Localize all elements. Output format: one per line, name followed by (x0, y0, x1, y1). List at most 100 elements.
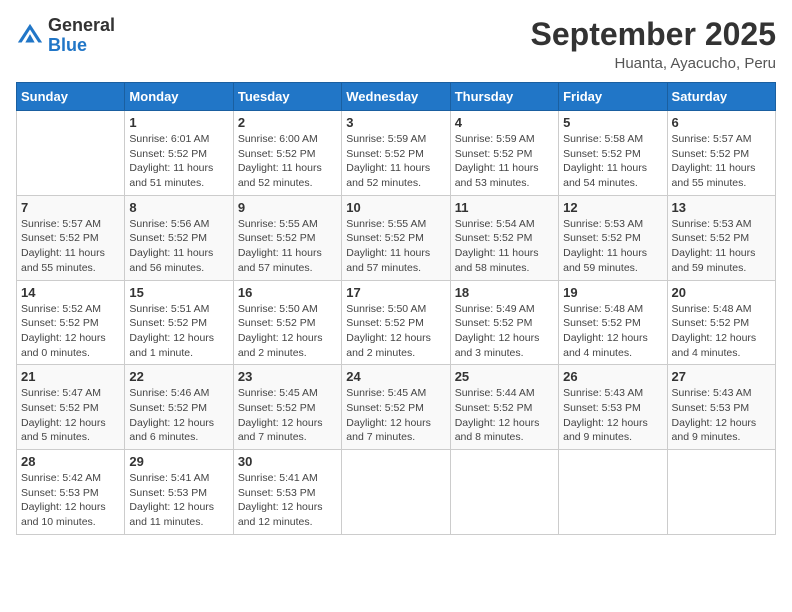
calendar-cell: 9Sunrise: 5:55 AM Sunset: 5:52 PM Daylig… (233, 195, 341, 280)
day-info: Sunrise: 5:54 AM Sunset: 5:52 PM Dayligh… (455, 217, 554, 276)
day-info: Sunrise: 5:43 AM Sunset: 5:53 PM Dayligh… (672, 386, 771, 445)
calendar-cell (559, 450, 667, 535)
day-number: 11 (455, 200, 554, 215)
logo-icon (16, 22, 44, 50)
calendar-cell: 4 Sunrise: 5:59 AM Sunset: 5:52 PM Daylig… (450, 111, 558, 196)
day-info: Sunrise: 5:50 AM Sunset: 5:52 PM Dayligh… (346, 302, 445, 361)
calendar-cell: 8 Sunrise: 5:56 AM Sunset: 5:52 PM Daylig… (125, 195, 233, 280)
month-year: September 2025 (531, 16, 776, 53)
calendar-week-row: 28 Sunrise: 5:42 AM Sunset: 5:53 PM Dayli… (17, 450, 776, 535)
day-number: 10 (346, 200, 445, 215)
day-info: Sunrise: 5:59 AM Sunset: 5:52 PM Dayligh… (455, 132, 554, 191)
calendar-week-row: 7Sunrise: 5:57 AM Sunset: 5:52 PM Daylig… (17, 195, 776, 280)
day-header-friday: Friday (559, 83, 667, 111)
calendar-cell: 23Sunrise: 5:45 AM Sunset: 5:52 PM Dayli… (233, 365, 341, 450)
day-info: Sunrise: 5:50 AM Sunset: 5:52 PM Dayligh… (238, 302, 337, 361)
calendar-cell: 16 Sunrise: 5:50 AM Sunset: 5:52 PM Dayli… (233, 280, 341, 365)
calendar-cell (342, 450, 450, 535)
day-number: 16 (238, 285, 337, 300)
day-info: Sunrise: 5:53 AM Sunset: 5:52 PM Dayligh… (563, 217, 662, 276)
calendar-header-row: SundayMondayTuesdayWednesdayThursdayFrid… (17, 83, 776, 111)
day-info: Sunrise: 5:58 AM Sunset: 5:52 PM Dayligh… (563, 132, 662, 191)
calendar-week-row: 21 Sunrise: 5:47 AM Sunset: 5:52 PM Dayli… (17, 365, 776, 450)
day-info: Sunrise: 5:57 AM Sunset: 5:52 PM Dayligh… (21, 217, 120, 276)
day-number: 1 (129, 115, 228, 130)
day-info: Sunrise: 6:01 AM Sunset: 5:52 PM Dayligh… (129, 132, 228, 191)
day-info: Sunrise: 5:43 AM Sunset: 5:53 PM Dayligh… (563, 386, 662, 445)
day-number: 4 (455, 115, 554, 130)
day-info: Sunrise: 5:48 AM Sunset: 5:52 PM Dayligh… (672, 302, 771, 361)
calendar-body: 1 Sunrise: 6:01 AM Sunset: 5:52 PM Daylig… (17, 111, 776, 535)
calendar-cell: 21 Sunrise: 5:47 AM Sunset: 5:52 PM Dayli… (17, 365, 125, 450)
day-number: 8 (129, 200, 228, 215)
day-number: 25 (455, 369, 554, 384)
calendar-cell: 6 Sunrise: 5:57 AM Sunset: 5:52 PM Daylig… (667, 111, 775, 196)
calendar-cell: 22 Sunrise: 5:46 AM Sunset: 5:52 PM Dayli… (125, 365, 233, 450)
day-number: 17 (346, 285, 445, 300)
calendar-cell: 19 Sunrise: 5:48 AM Sunset: 5:52 PM Dayli… (559, 280, 667, 365)
calendar-cell: 18 Sunrise: 5:49 AM Sunset: 5:52 PM Dayli… (450, 280, 558, 365)
logo-text: General Blue (48, 16, 115, 56)
day-number: 18 (455, 285, 554, 300)
calendar-cell: 2Sunrise: 6:00 AM Sunset: 5:52 PM Daylig… (233, 111, 341, 196)
day-number: 12 (563, 200, 662, 215)
day-number: 15 (129, 285, 228, 300)
calendar-week-row: 14Sunrise: 5:52 AM Sunset: 5:52 PM Dayli… (17, 280, 776, 365)
day-number: 6 (672, 115, 771, 130)
logo: General Blue (16, 16, 115, 56)
day-info: Sunrise: 5:57 AM Sunset: 5:52 PM Dayligh… (672, 132, 771, 191)
calendar-cell (450, 450, 558, 535)
day-info: Sunrise: 5:56 AM Sunset: 5:52 PM Dayligh… (129, 217, 228, 276)
day-header-sunday: Sunday (17, 83, 125, 111)
calendar-table: SundayMondayTuesdayWednesdayThursdayFrid… (16, 82, 776, 535)
day-info: Sunrise: 5:47 AM Sunset: 5:52 PM Dayligh… (21, 386, 120, 445)
day-number: 23 (238, 369, 337, 384)
day-info: Sunrise: 6:00 AM Sunset: 5:52 PM Dayligh… (238, 132, 337, 191)
day-info: Sunrise: 5:53 AM Sunset: 5:52 PM Dayligh… (672, 217, 771, 276)
calendar-cell: 25 Sunrise: 5:44 AM Sunset: 5:52 PM Dayli… (450, 365, 558, 450)
day-number: 29 (129, 454, 228, 469)
day-header-saturday: Saturday (667, 83, 775, 111)
day-info: Sunrise: 5:44 AM Sunset: 5:52 PM Dayligh… (455, 386, 554, 445)
calendar-cell (17, 111, 125, 196)
day-number: 22 (129, 369, 228, 384)
day-number: 30 (238, 454, 337, 469)
calendar-cell: 11 Sunrise: 5:54 AM Sunset: 5:52 PM Dayli… (450, 195, 558, 280)
day-number: 28 (21, 454, 120, 469)
calendar-cell: 12 Sunrise: 5:53 AM Sunset: 5:52 PM Dayli… (559, 195, 667, 280)
calendar-week-row: 1 Sunrise: 6:01 AM Sunset: 5:52 PM Daylig… (17, 111, 776, 196)
calendar-cell: 15 Sunrise: 5:51 AM Sunset: 5:52 PM Dayli… (125, 280, 233, 365)
day-info: Sunrise: 5:46 AM Sunset: 5:52 PM Dayligh… (129, 386, 228, 445)
day-info: Sunrise: 5:41 AM Sunset: 5:53 PM Dayligh… (238, 471, 337, 530)
day-header-wednesday: Wednesday (342, 83, 450, 111)
day-info: Sunrise: 5:45 AM Sunset: 5:52 PM Dayligh… (346, 386, 445, 445)
day-number: 13 (672, 200, 771, 215)
day-number: 21 (21, 369, 120, 384)
calendar-cell: 14Sunrise: 5:52 AM Sunset: 5:52 PM Dayli… (17, 280, 125, 365)
location: Huanta, Ayacucho, Peru (531, 55, 776, 72)
calendar-cell (667, 450, 775, 535)
day-info: Sunrise: 5:55 AM Sunset: 5:52 PM Dayligh… (346, 217, 445, 276)
day-number: 27 (672, 369, 771, 384)
calendar-cell: 28 Sunrise: 5:42 AM Sunset: 5:53 PM Dayli… (17, 450, 125, 535)
day-number: 3 (346, 115, 445, 130)
calendar-cell: 20Sunrise: 5:48 AM Sunset: 5:52 PM Dayli… (667, 280, 775, 365)
day-info: Sunrise: 5:42 AM Sunset: 5:53 PM Dayligh… (21, 471, 120, 530)
title-block: September 2025 Huanta, Ayacucho, Peru (531, 16, 776, 72)
day-number: 24 (346, 369, 445, 384)
calendar-cell: 7Sunrise: 5:57 AM Sunset: 5:52 PM Daylig… (17, 195, 125, 280)
day-info: Sunrise: 5:48 AM Sunset: 5:52 PM Dayligh… (563, 302, 662, 361)
day-info: Sunrise: 5:51 AM Sunset: 5:52 PM Dayligh… (129, 302, 228, 361)
day-info: Sunrise: 5:49 AM Sunset: 5:52 PM Dayligh… (455, 302, 554, 361)
calendar-cell: 13 Sunrise: 5:53 AM Sunset: 5:52 PM Dayli… (667, 195, 775, 280)
day-header-tuesday: Tuesday (233, 83, 341, 111)
calendar-cell: 3 Sunrise: 5:59 AM Sunset: 5:52 PM Daylig… (342, 111, 450, 196)
day-number: 19 (563, 285, 662, 300)
day-info: Sunrise: 5:59 AM Sunset: 5:52 PM Dayligh… (346, 132, 445, 191)
day-number: 9 (238, 200, 337, 215)
day-header-monday: Monday (125, 83, 233, 111)
calendar-cell: 1 Sunrise: 6:01 AM Sunset: 5:52 PM Daylig… (125, 111, 233, 196)
calendar-cell: 27 Sunrise: 5:43 AM Sunset: 5:53 PM Dayli… (667, 365, 775, 450)
day-header-thursday: Thursday (450, 83, 558, 111)
day-number: 5 (563, 115, 662, 130)
